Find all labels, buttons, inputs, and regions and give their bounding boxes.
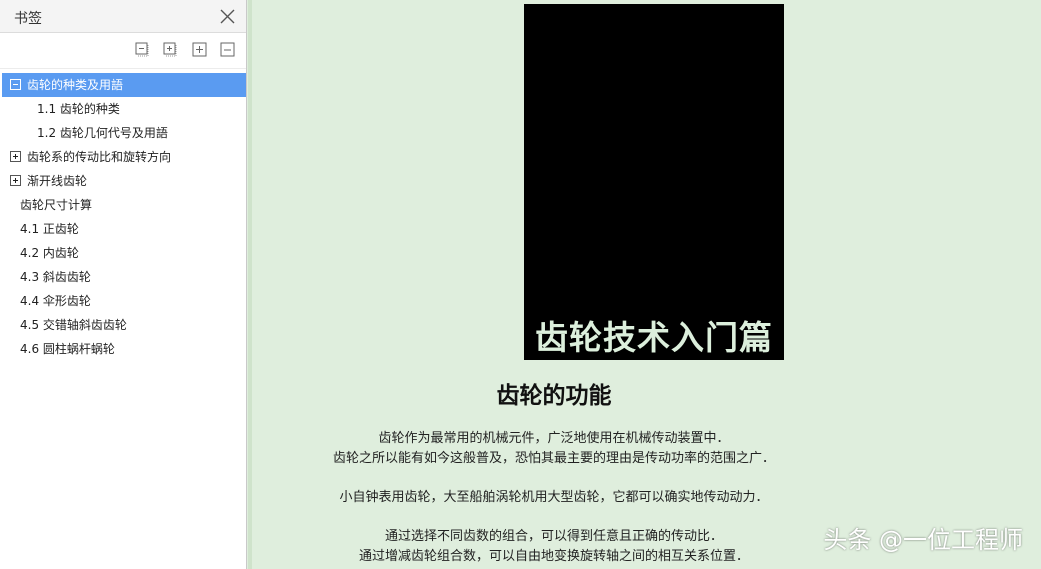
- bookmark-label: 4.1 正齿轮: [20, 222, 79, 236]
- collapse-all-icon[interactable]: [134, 41, 151, 58]
- paragraph: 齿轮之所以能有如今这般普及，恐怕其最主要的理由是传动功率的范围之广．: [332, 451, 775, 466]
- bookmark-label: 4.6 圆柱蜗杆蜗轮: [20, 342, 115, 356]
- bookmark-item[interactable]: 4.6 圆柱蜗杆蜗轮: [2, 337, 246, 361]
- bookmark-label: 4.2 内齿轮: [20, 246, 79, 260]
- bookmark-label: 4.3 斜齿齿轮: [20, 270, 91, 284]
- bookmark-item[interactable]: 渐开线齿轮: [2, 169, 246, 193]
- bookmark-item[interactable]: 齿轮系的传动比和旋转方向: [2, 145, 246, 169]
- bookmark-item[interactable]: 4.4 伞形齿轮: [2, 289, 246, 313]
- bookmark-label: 4.5 交错轴斜齿齿轮: [20, 318, 127, 332]
- bookmark-item[interactable]: 4.1 正齿轮: [2, 217, 246, 241]
- bookmark-tree: 齿轮的种类及用語 1.1 齿轮的种类 1.2 齿轮几何代号及用語 齿轮系的传动比…: [2, 73, 246, 361]
- bookmark-item[interactable]: 齿轮的种类及用語: [2, 73, 246, 97]
- expand-icon[interactable]: [10, 175, 21, 186]
- bookmark-label: 4.4 伞形齿轮: [20, 294, 91, 308]
- bookmark-item[interactable]: 1.2 齿轮几何代号及用語: [2, 121, 246, 145]
- bookmark-item[interactable]: 4.2 内齿轮: [2, 241, 246, 265]
- bookmark-icon[interactable]: [219, 41, 236, 58]
- paragraph: 小自钟表用齿轮，大至船舶涡轮机用大型齿轮，它都可以确实地传动动力．: [339, 490, 769, 505]
- collapse-icon[interactable]: [10, 79, 21, 90]
- panel-header: 书签: [0, 0, 246, 33]
- close-icon[interactable]: [219, 8, 236, 25]
- section-heading: 齿轮的功能: [496, 383, 612, 409]
- bookmark-label: 齿轮系的传动比和旋转方向: [27, 150, 172, 164]
- document-view: 齿轮技术入门篇 齿轮的功能 齿轮作为最常用的机械元件，广泛地使用在机械传动装置中…: [252, 0, 1041, 569]
- bookmark-panel: 书签 齿轮的种类及用語 1.1 齿轮的种类 1.2 齿轮几何代号及用語 齿轮系的…: [0, 0, 247, 569]
- bookmark-item[interactable]: 4.5 交错轴斜齿齿轮: [2, 313, 246, 337]
- bookmark-toolbar: [0, 33, 246, 69]
- panel-title: 书签: [14, 11, 42, 27]
- watermark: 头条 @一位工程师: [823, 526, 1023, 554]
- expand-icon[interactable]: [10, 151, 21, 162]
- bookmark-label: 1.2 齿轮几何代号及用語: [37, 126, 168, 140]
- bookmark-label: 齿轮的种类及用語: [27, 78, 124, 92]
- paragraph: 齿轮作为最常用的机械元件，广泛地使用在机械传动装置中．: [378, 431, 730, 446]
- expand-bookmark-icon[interactable]: [191, 41, 208, 58]
- bookmark-item[interactable]: 4.3 斜齿齿轮: [2, 265, 246, 289]
- cover-image: 齿轮技术入门篇: [524, 4, 784, 360]
- bookmark-label: 齿轮尺寸计算: [20, 198, 93, 212]
- bookmark-label: 渐开线齿轮: [27, 174, 88, 188]
- cover-title: 齿轮技术入门篇: [535, 318, 773, 357]
- bookmark-label: 1.1 齿轮的种类: [37, 102, 120, 116]
- bookmark-item[interactable]: 齿轮尺寸计算: [2, 193, 246, 217]
- expand-all-icon[interactable]: [162, 41, 179, 58]
- bookmark-item[interactable]: 1.1 齿轮的种类: [2, 97, 246, 121]
